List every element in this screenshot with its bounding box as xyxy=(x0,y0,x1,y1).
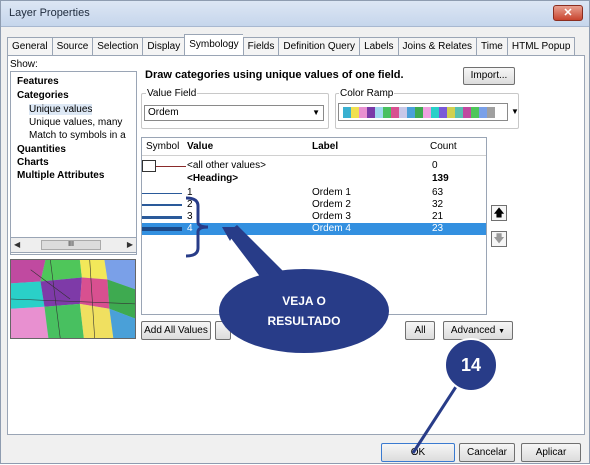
tab-definition-query[interactable]: Definition Query xyxy=(278,37,360,56)
show-label: Show: xyxy=(10,59,38,70)
arrow-down-icon: 🡇 xyxy=(493,233,505,245)
tab-html-popup[interactable]: HTML Popup xyxy=(506,37,576,56)
tab-labels[interactable]: Labels xyxy=(359,37,398,56)
move-up-button[interactable]: 🡅 xyxy=(491,205,507,221)
line-symbol xyxy=(142,216,182,219)
show-tree: Features Categories Unique values Unique… xyxy=(10,71,137,255)
title-bar: Layer Properties ✕ xyxy=(1,1,589,27)
row-count: 63 xyxy=(432,187,444,198)
cancel-button[interactable]: Cancelar xyxy=(459,443,515,462)
tree-horizontal-scrollbar[interactable]: ◀ III ▶ xyxy=(10,237,137,253)
map-preview xyxy=(10,259,136,339)
tree-item-categories[interactable]: Categories xyxy=(17,90,69,101)
tree-item-unique-values[interactable]: Unique values xyxy=(29,104,93,115)
header-label: Label xyxy=(312,141,339,152)
row-label: Ordem 1 xyxy=(312,187,351,198)
table-row[interactable]: <all other values> 0 xyxy=(142,160,486,172)
tree-item-multiple-attributes[interactable]: Multiple Attributes xyxy=(17,170,104,181)
row-value: <all other values> xyxy=(187,160,266,171)
tab-symbology[interactable]: Symbology xyxy=(184,34,243,56)
tree-item-unique-values-many[interactable]: Unique values, many xyxy=(29,117,122,128)
tree-item-match-symbols[interactable]: Match to symbols in a xyxy=(29,130,126,141)
step-number-badge: 14 xyxy=(444,338,498,392)
chevron-down-icon: ▼ xyxy=(498,328,506,335)
tree-item-features[interactable]: Features xyxy=(17,76,59,87)
row-count: 0 xyxy=(432,160,438,171)
tab-selection[interactable]: Selection xyxy=(92,37,143,56)
move-down-button[interactable]: 🡇 xyxy=(491,231,507,247)
chevron-down-icon: ▼ xyxy=(312,108,320,117)
callout-line-2: RESULTADO xyxy=(267,314,341,328)
arrow-up-icon: 🡅 xyxy=(493,207,505,219)
ok-button[interactable]: OK xyxy=(381,443,455,462)
scroll-left-icon[interactable]: ◀ xyxy=(14,240,20,249)
value-field-select[interactable]: Ordem ▼ xyxy=(144,105,324,121)
tab-general[interactable]: General xyxy=(7,37,52,56)
row-count: 139 xyxy=(432,173,449,184)
table-row[interactable]: <Heading> 139 xyxy=(142,173,486,185)
bracket-annotation xyxy=(185,196,209,258)
row-count: 21 xyxy=(432,211,444,222)
advanced-button[interactable]: Advanced ▼ xyxy=(443,321,513,340)
row-label: Ordem 3 xyxy=(312,211,351,222)
callout-balloon: VEJA O RESULTADO xyxy=(219,269,389,353)
value-field-value: Ordem xyxy=(148,107,179,118)
row-label: Ordem 2 xyxy=(312,199,351,210)
line-symbol xyxy=(142,227,182,231)
header-value: Value xyxy=(187,141,214,152)
tab-display[interactable]: Display xyxy=(142,37,185,56)
symbology-heading: Draw categories using unique values of o… xyxy=(145,69,404,81)
callout-line-1: VEJA O xyxy=(282,294,326,308)
line-symbol xyxy=(142,193,182,194)
add-all-values-button[interactable]: Add All Values xyxy=(141,321,211,340)
window-title: Layer Properties xyxy=(9,7,90,19)
tree-item-quantities[interactable]: Quantities xyxy=(17,144,66,155)
header-count: Count xyxy=(430,141,457,152)
header-symbol: Symbol xyxy=(146,141,180,152)
scroll-right-icon[interactable]: ▶ xyxy=(127,240,133,249)
tab-time[interactable]: Time xyxy=(476,37,507,56)
advanced-label: Advanced xyxy=(450,325,496,336)
row-count: 32 xyxy=(432,199,444,210)
layer-properties-window: Layer Properties ✕ General Source Select… xyxy=(0,0,590,464)
value-field-label: Value Field xyxy=(146,88,198,99)
row-value: <Heading> xyxy=(187,173,239,184)
empty-symbol-box xyxy=(142,160,156,172)
chevron-down-icon[interactable]: ▼ xyxy=(511,107,519,116)
color-ramp-select[interactable] xyxy=(338,103,508,121)
line-symbol xyxy=(142,204,182,206)
row-count: 23 xyxy=(432,223,444,234)
tab-joins-relates[interactable]: Joins & Relates xyxy=(397,37,477,56)
tab-fields[interactable]: Fields xyxy=(242,37,279,56)
scroll-thumb[interactable]: III xyxy=(41,240,101,250)
row-label: Ordem 4 xyxy=(312,223,351,234)
tab-source[interactable]: Source xyxy=(51,37,93,56)
remove-all-button[interactable]: All xyxy=(405,321,435,340)
tab-strip: General Source Selection Display Symbolo… xyxy=(7,34,576,56)
color-ramp-label: Color Ramp xyxy=(339,88,395,99)
tree-item-charts[interactable]: Charts xyxy=(17,157,49,168)
table-header: Symbol Value Label Count xyxy=(142,138,486,156)
close-button[interactable]: ✕ xyxy=(553,5,583,21)
apply-button[interactable]: Aplicar xyxy=(521,443,581,462)
import-button[interactable]: Import... xyxy=(463,67,515,85)
